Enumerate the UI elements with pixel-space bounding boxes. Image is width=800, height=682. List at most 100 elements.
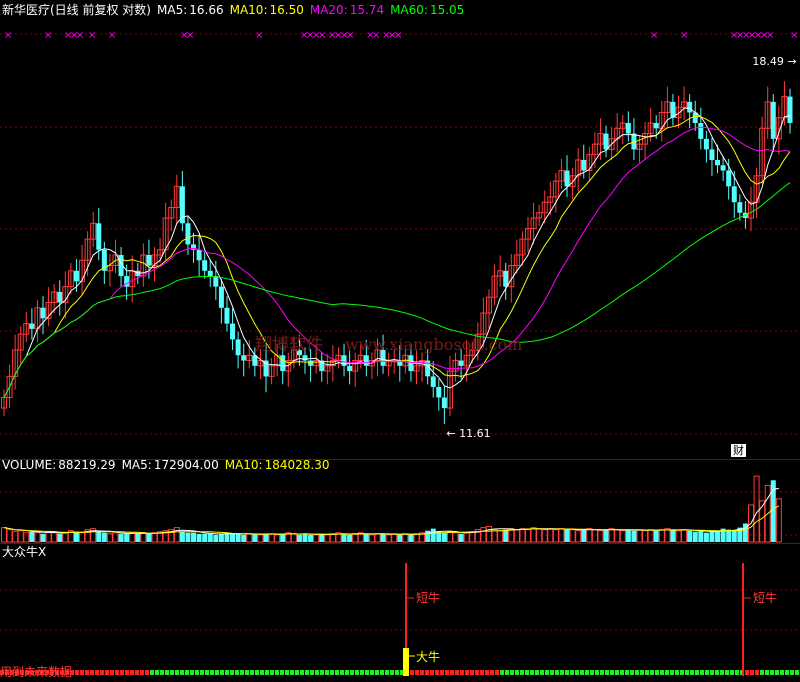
volume-ma5-label: MA5: <box>121 458 152 472</box>
volume-ma10-label: MA10: <box>224 458 263 472</box>
candle-body <box>436 386 442 398</box>
volume-bar <box>191 532 197 542</box>
volume-bar <box>452 532 459 543</box>
volume-bar <box>692 531 698 542</box>
cai-badge[interactable]: 财 <box>731 444 746 457</box>
trend-strip-cell <box>655 670 659 675</box>
ma60-value: 15.05 <box>429 3 465 17</box>
watermark-cn: 翔博软件 <box>255 335 323 355</box>
trend-strip-cell <box>155 670 159 675</box>
trend-strip-cell <box>595 670 599 675</box>
candle-body <box>218 286 224 308</box>
volume-bar <box>124 533 130 542</box>
trend-strip-cell <box>140 670 144 675</box>
candle-body <box>709 149 715 160</box>
candle-body <box>720 165 726 171</box>
trend-strip-cell <box>445 670 449 675</box>
trend-strip-cell <box>440 670 444 675</box>
trend-strip-cell <box>630 670 634 675</box>
trend-strip-cell <box>685 670 689 675</box>
trend-strip-cell <box>260 670 264 675</box>
volume-bar <box>235 533 241 542</box>
volume-bar <box>491 529 498 543</box>
trend-strip-cell <box>295 670 299 675</box>
trend-strip-cell <box>565 670 569 675</box>
trend-strip-cell <box>490 670 494 675</box>
signal-marker: × <box>44 30 52 41</box>
volume-bar <box>213 534 219 542</box>
trend-strip-cell <box>710 670 714 675</box>
trend-strip-cell <box>315 670 319 675</box>
high-price-label: 18.49 → <box>752 55 796 68</box>
trend-strip-cell <box>370 670 374 675</box>
price-legend: 新华医疗(日线 前复权 对数) MA5: 16.66 MA10: 16.50 MA20: 1… <box>2 1 470 18</box>
trend-strip-cell <box>310 670 314 675</box>
candle-body <box>770 101 776 139</box>
volume-bar <box>380 533 386 542</box>
candle-body <box>73 270 79 282</box>
volume-bar <box>146 533 152 542</box>
volume-bar <box>670 529 676 542</box>
trend-strip-cell <box>135 670 139 675</box>
volume-bar <box>726 529 732 542</box>
volume-bar <box>296 534 302 542</box>
candle-body <box>703 138 709 150</box>
candle-body <box>603 133 609 150</box>
volume-bar <box>485 526 492 543</box>
trend-strip-cell <box>560 670 564 675</box>
trend-strip-cell <box>680 670 684 675</box>
trend-strip-cell <box>765 670 769 675</box>
signal-marker: × <box>790 30 798 41</box>
candle-body <box>458 360 464 366</box>
volume-bar <box>118 533 124 542</box>
trend-strip-cell <box>620 670 624 675</box>
volume-bar <box>709 531 715 542</box>
trend-strip-cell <box>755 670 759 675</box>
trend-strip-cell <box>125 670 129 675</box>
volume-bar <box>642 530 649 543</box>
volume-bar <box>62 532 69 543</box>
trend-strip-cell <box>75 670 79 675</box>
trend-strip-cell <box>390 670 394 675</box>
volume-bar <box>698 530 704 542</box>
ma10-label: MA10: <box>229 3 268 17</box>
trend-strip-cell <box>385 670 389 675</box>
trend-strip-cell <box>540 670 544 675</box>
trend-strip-cell <box>145 670 149 675</box>
candle-body <box>625 123 631 134</box>
trend-strip-cell <box>255 670 259 675</box>
trend-strip-cell <box>375 670 379 675</box>
volume-bar <box>23 532 30 543</box>
candle-body <box>787 96 793 124</box>
ma20-label: MA20: <box>309 3 348 17</box>
volume-bar <box>441 532 447 542</box>
trend-strip-cell <box>430 670 434 675</box>
volume-bar <box>385 534 392 543</box>
trend-strip-cell <box>500 670 504 675</box>
ma60-label: MA60: <box>390 3 428 17</box>
candle-body <box>581 159 587 171</box>
candle-body <box>280 355 286 372</box>
volume-bar <box>430 528 436 542</box>
footer-note: 用到未来数据 <box>0 665 73 679</box>
trend-strip-cell <box>200 670 204 675</box>
volume-bar <box>458 533 464 542</box>
volume-bar <box>463 532 470 543</box>
volume-bar <box>280 533 286 542</box>
trend-strip-cell <box>735 670 739 675</box>
trend-strip-cell <box>460 670 464 675</box>
trend-strip-cell <box>350 670 354 675</box>
trend-strip-cell <box>195 670 199 675</box>
volume-bar <box>631 530 637 542</box>
candle-body <box>224 307 230 324</box>
volume-bar <box>541 529 548 543</box>
candle-body <box>503 270 509 287</box>
trend-strip-cell <box>90 670 94 675</box>
volume-bar <box>614 529 621 543</box>
volume-bar <box>230 533 236 542</box>
volume-bar <box>675 530 682 543</box>
volume-bar <box>497 530 504 543</box>
trend-strip-cell <box>795 670 799 675</box>
candle-body <box>202 260 208 271</box>
volume-bar <box>252 533 258 542</box>
